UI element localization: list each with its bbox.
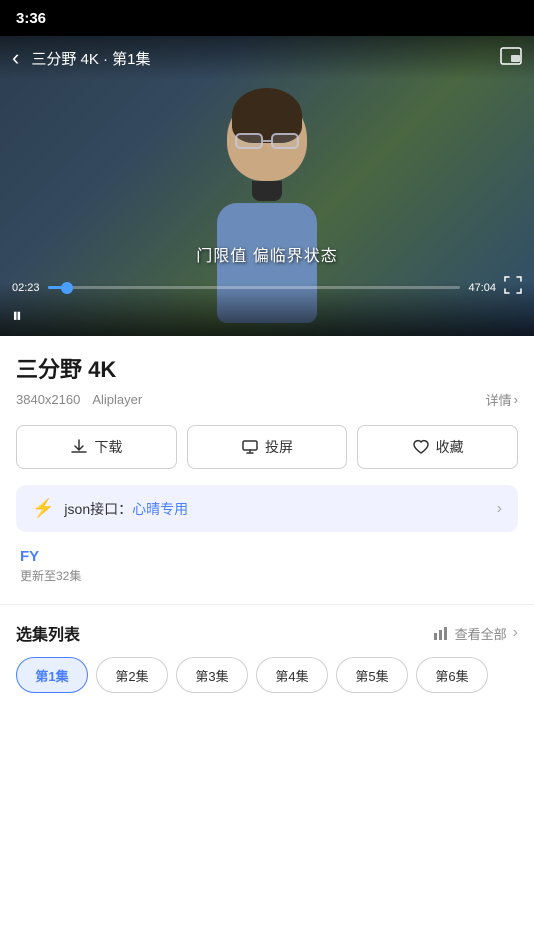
cast-button[interactable]: 投屏: [187, 425, 348, 469]
controls-bottom: ⏸: [12, 305, 522, 328]
progress-dot: [61, 282, 73, 294]
flash-icon: ⚡: [32, 498, 54, 519]
source-info: FY 更新至32集: [16, 548, 518, 584]
detail-link[interactable]: 详情 ›: [486, 390, 518, 409]
back-button[interactable]: ‹: [12, 45, 19, 71]
json-banner[interactable]: ⚡ json接口：心晴专用 ›: [16, 485, 518, 532]
episode-tab-1[interactable]: 第1集: [16, 657, 88, 693]
episode-tab-4[interactable]: 第4集: [256, 657, 328, 693]
content-area: 三分野 4K 3840x2160 Aliplayer 详情 › 下载 投屏: [0, 336, 534, 584]
divider: [0, 604, 534, 605]
source-update: 更新至32集: [20, 567, 514, 584]
episode-header: 选集列表 查看全部 ›: [0, 621, 534, 645]
download-label: 下载: [94, 437, 122, 457]
show-title: 三分野 4K: [16, 352, 518, 384]
status-bar: 3:36: [0, 0, 534, 36]
favorite-icon: [412, 438, 430, 456]
action-buttons: 下载 投屏 收藏: [16, 425, 518, 469]
view-all-chevron: ›: [513, 624, 518, 642]
episode-tab-3[interactable]: 第3集: [176, 657, 248, 693]
cast-icon: [241, 438, 259, 456]
resolution: 3840x2160: [16, 392, 80, 407]
detail-label: 详情: [486, 390, 512, 409]
pause-button[interactable]: ⏸: [12, 305, 22, 328]
cast-label: 投屏: [265, 437, 293, 457]
episode-tab-6[interactable]: 第6集: [416, 657, 488, 693]
video-controls: 02:23 47:04 ⏸: [0, 282, 534, 336]
view-all-label: 查看全部: [455, 624, 507, 643]
progress-track[interactable]: [48, 286, 461, 289]
episode-tab-5[interactable]: 第5集: [336, 657, 408, 693]
source-name: FY: [20, 548, 514, 565]
video-content: [187, 96, 347, 296]
video-subtitle: 门限值 偏临界状态: [0, 242, 534, 266]
download-button[interactable]: 下载: [16, 425, 177, 469]
favorite-button[interactable]: 收藏: [357, 425, 518, 469]
progress-bar-container[interactable]: 02:23 47:04: [12, 276, 522, 299]
favorite-label: 收藏: [436, 437, 464, 457]
episode-header-right[interactable]: 查看全部 ›: [433, 624, 518, 643]
status-time: 3:36: [16, 10, 46, 27]
banner-chevron: ›: [497, 500, 502, 518]
video-player[interactable]: 门限值 偏临界状态 ‹ 三分野 4K · 第1集 02:23 47:04: [0, 36, 534, 336]
video-title: 三分野 4K · 第1集: [31, 48, 500, 69]
download-icon: [70, 438, 88, 456]
json-banner-text: json接口：心晴专用: [64, 499, 486, 519]
fullscreen-button[interactable]: [504, 276, 522, 299]
episode-tabs: 第1集 第2集 第3集 第4集 第5集 第6集: [0, 657, 534, 693]
video-header: ‹ 三分野 4K · 第1集: [0, 36, 534, 80]
json-highlight: 心晴专用: [132, 501, 188, 517]
bar-chart-icon: [433, 626, 449, 640]
episode-section: 选集列表 查看全部 › 第1集 第2集 第3集 第4集 第5集 第6集: [0, 621, 534, 693]
episode-tab-2[interactable]: 第2集: [96, 657, 168, 693]
show-meta: 3840x2160 Aliplayer 详情 ›: [16, 390, 518, 409]
current-time: 02:23: [12, 282, 40, 294]
pip-button[interactable]: [500, 47, 522, 70]
player-name: Aliplayer: [92, 392, 142, 407]
detail-chevron: ›: [514, 392, 518, 407]
total-time: 47:04: [468, 282, 496, 294]
episode-section-title: 选集列表: [16, 621, 80, 645]
